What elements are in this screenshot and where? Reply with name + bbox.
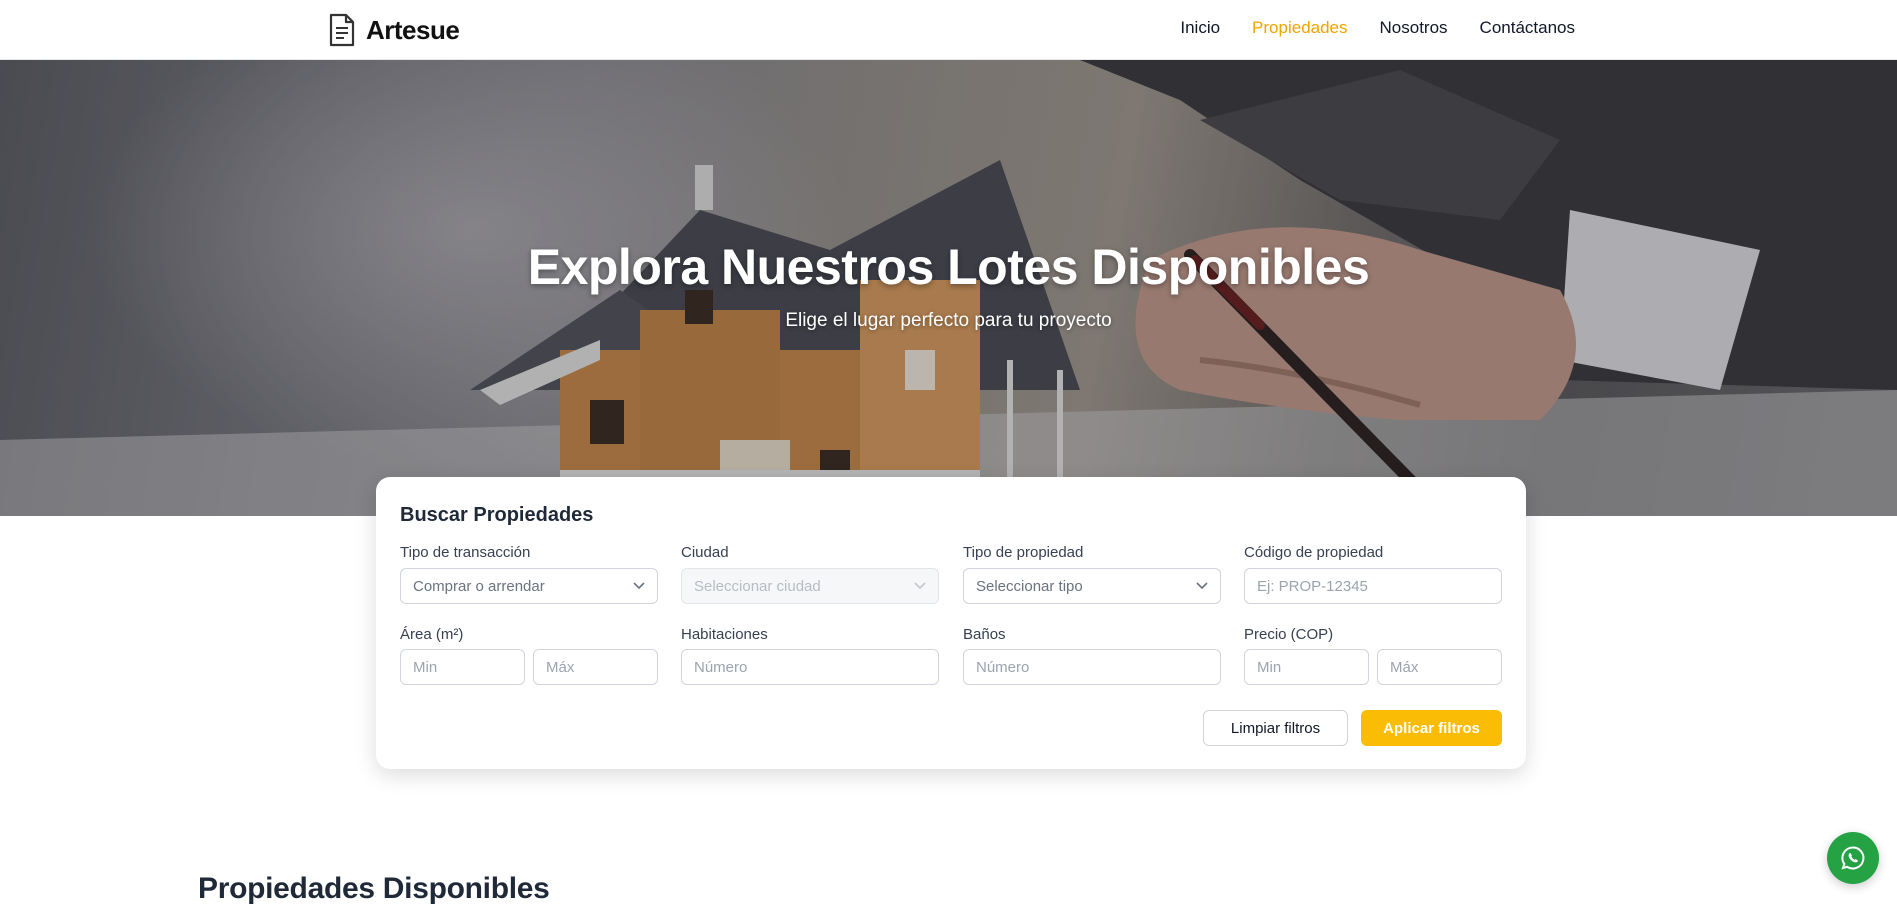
rooms-label: Habitaciones xyxy=(681,626,768,643)
main-nav: Inicio Propiedades Nosotros Contáctanos xyxy=(1180,18,1575,38)
price-min-input[interactable] xyxy=(1257,658,1356,676)
area-label: Área (m²) xyxy=(400,626,464,643)
apply-filters-button[interactable]: Aplicar filtros xyxy=(1361,710,1502,746)
city-value: Seleccionar ciudad xyxy=(694,577,821,595)
property-code-field[interactable] xyxy=(1244,568,1502,604)
whatsapp-icon xyxy=(1841,846,1865,870)
listing-section-title: Propiedades Disponibles xyxy=(198,872,550,905)
price-max-input[interactable] xyxy=(1390,658,1489,676)
clear-filters-button[interactable]: Limpiar filtros xyxy=(1203,710,1348,746)
baths-label: Baños xyxy=(963,626,1006,643)
price-label: Precio (COP) xyxy=(1244,626,1334,643)
transaction-type-select[interactable]: Comprar o arrendar xyxy=(400,568,658,604)
nav-link-contactanos[interactable]: Contáctanos xyxy=(1480,18,1575,38)
property-type-value: Seleccionar tipo xyxy=(976,577,1083,595)
rooms-field[interactable] xyxy=(681,649,939,685)
property-type-select[interactable]: Seleccionar tipo xyxy=(963,568,1221,604)
area-min-field[interactable] xyxy=(400,649,525,685)
area-min-input[interactable] xyxy=(413,658,512,676)
brand-name: Artesue xyxy=(366,14,460,45)
nav-link-nosotros[interactable]: Nosotros xyxy=(1380,18,1448,38)
chevron-down-icon xyxy=(914,582,926,590)
document-icon xyxy=(329,13,355,47)
whatsapp-button[interactable] xyxy=(1827,832,1879,884)
nav-link-inicio[interactable]: Inicio xyxy=(1180,18,1220,38)
site-header: Artesue Inicio Propiedades Nosotros Cont… xyxy=(0,0,1897,60)
price-min-field[interactable] xyxy=(1244,649,1369,685)
transaction-type-value: Comprar o arrendar xyxy=(413,577,545,595)
brand-logo[interactable]: Artesue xyxy=(328,12,460,48)
nav-link-propiedades[interactable]: Propiedades xyxy=(1252,18,1347,38)
hero-title: Explora Nuestros Lotes Disponibles xyxy=(527,239,1370,295)
area-max-field[interactable] xyxy=(533,649,658,685)
property-code-label: Código de propiedad xyxy=(1244,544,1384,561)
city-select[interactable]: Seleccionar ciudad xyxy=(681,568,939,604)
property-type-label: Tipo de propiedad xyxy=(963,544,1084,561)
baths-input[interactable] xyxy=(976,658,1208,676)
chevron-down-icon xyxy=(1196,582,1208,590)
city-label: Ciudad xyxy=(681,544,729,561)
search-filters-card: Buscar Propiedades Tipo de transacción C… xyxy=(376,477,1526,769)
area-max-input[interactable] xyxy=(546,658,645,676)
hero-subtitle: Elige el lugar perfecto para tu proyecto xyxy=(785,310,1112,331)
baths-field[interactable] xyxy=(963,649,1221,685)
transaction-type-label: Tipo de transacción xyxy=(400,544,531,561)
search-title: Buscar Propiedades xyxy=(400,504,594,526)
chevron-down-icon xyxy=(633,582,645,590)
property-code-input[interactable] xyxy=(1257,577,1489,595)
price-max-field[interactable] xyxy=(1377,649,1502,685)
hero-banner: Explora Nuestros Lotes Disponibles Elige… xyxy=(0,60,1897,516)
rooms-input[interactable] xyxy=(694,658,926,676)
